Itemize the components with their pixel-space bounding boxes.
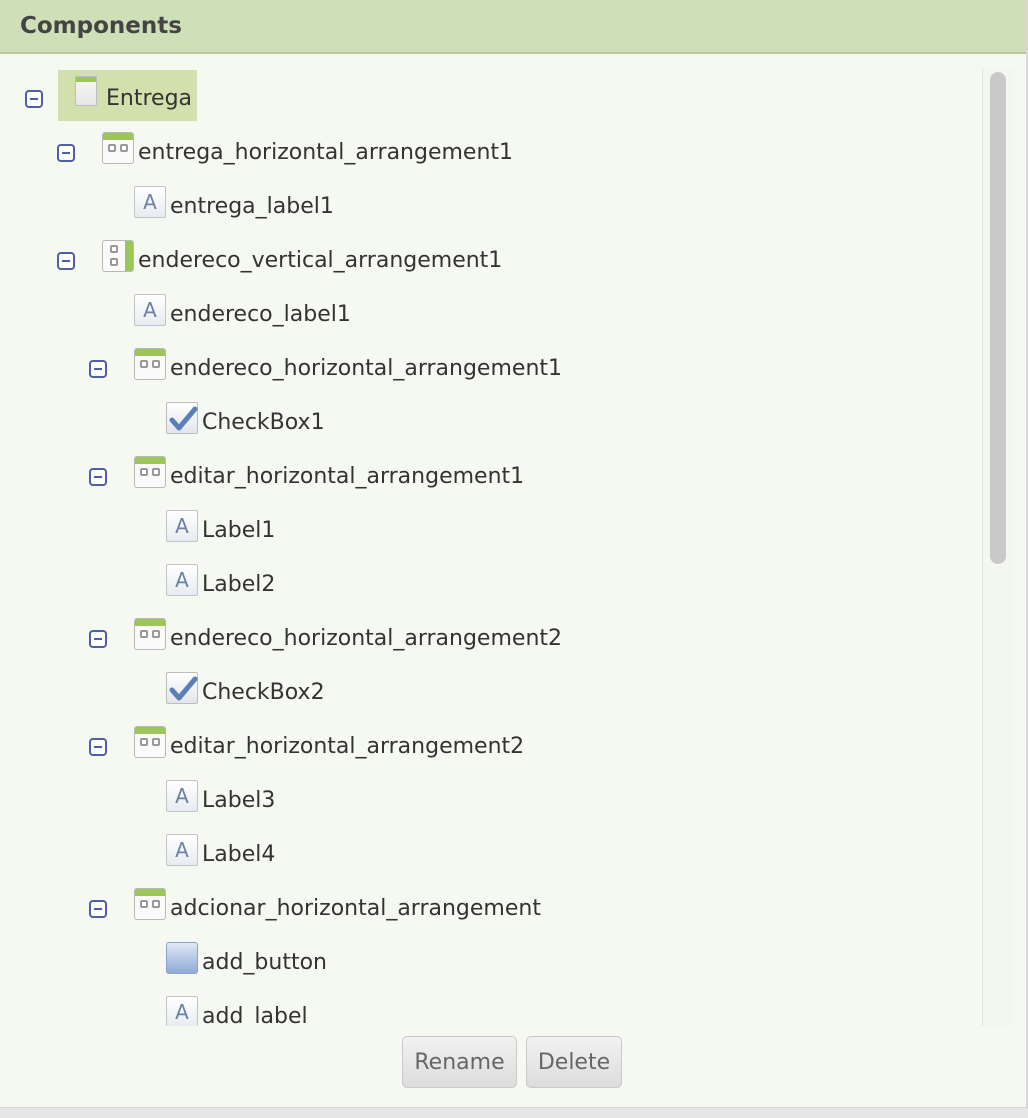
tree-node-label: endereco_vertical_arrangement1 bbox=[138, 248, 503, 273]
tree-node-entrega[interactable]: Entrega bbox=[0, 72, 980, 126]
scrollbar-thumb[interactable] bbox=[990, 72, 1006, 564]
horizontal-arrangement-icon bbox=[134, 618, 166, 650]
panel-header: Components bbox=[0, 0, 1026, 54]
rename-button[interactable]: Rename bbox=[402, 1036, 517, 1088]
tree-node-label: Label1 bbox=[202, 518, 276, 543]
panel-title: Components bbox=[20, 13, 182, 39]
tree-node-label4[interactable]: A Label4 bbox=[0, 828, 980, 882]
label-icon: A bbox=[166, 510, 198, 542]
collapse-toggle-icon[interactable] bbox=[89, 900, 107, 918]
tree-node-endereco-horizontal-arrangement2[interactable]: endereco_horizontal_arrangement2 bbox=[0, 612, 980, 666]
collapse-toggle-icon[interactable] bbox=[89, 630, 107, 648]
tree-node-label: Label2 bbox=[202, 572, 276, 597]
label-icon: A bbox=[166, 564, 198, 596]
collapse-toggle-icon[interactable] bbox=[57, 252, 75, 270]
collapse-toggle-icon[interactable] bbox=[57, 144, 75, 162]
tree-node-label: add_label bbox=[202, 1004, 308, 1026]
tree-node-add-label[interactable]: Aadd_label bbox=[0, 990, 980, 1026]
vertical-arrangement-icon bbox=[102, 240, 134, 272]
tree-node-editar-horizontal-arrangement1[interactable]: editar_horizontal_arrangement1 bbox=[0, 450, 980, 504]
tree-node-label: editar_horizontal_arrangement1 bbox=[170, 464, 525, 489]
label-icon: A bbox=[166, 834, 198, 866]
horizontal-arrangement-icon bbox=[134, 348, 166, 380]
component-tree[interactable]: Entrega entrega_horizontal_arrangement1 Ae… bbox=[0, 56, 1026, 1026]
tree-node-label1[interactable]: A Label1 bbox=[0, 504, 980, 558]
label-icon: A bbox=[134, 186, 166, 218]
tree-node-label: entrega_horizontal_arrangement1 bbox=[138, 140, 514, 165]
tree-node-add-button[interactable]: add_button bbox=[0, 936, 980, 990]
label-icon: A bbox=[166, 996, 198, 1026]
tree-node-label: entrega_label1 bbox=[170, 194, 334, 219]
tree-node-adcionar-horizontal-arrangement[interactable]: adcionar_horizontal_arrangement bbox=[0, 882, 980, 936]
tree-node-checkbox1[interactable]: CheckBox1 bbox=[0, 396, 980, 450]
collapse-toggle-icon[interactable] bbox=[89, 360, 107, 378]
tree-node-label: add_button bbox=[202, 950, 327, 975]
tree-node-label3[interactable]: A Label3 bbox=[0, 774, 980, 828]
tree-node-label: Label4 bbox=[202, 842, 276, 867]
label-icon: A bbox=[134, 294, 166, 326]
collapse-toggle-icon[interactable] bbox=[89, 468, 107, 486]
horizontal-arrangement-icon bbox=[134, 456, 166, 488]
horizontal-arrangement-icon bbox=[102, 132, 134, 164]
tree-node-label: endereco_horizontal_arrangement2 bbox=[170, 626, 563, 651]
tree-node-label: editar_horizontal_arrangement2 bbox=[170, 734, 525, 759]
tree-node-endereco-label1[interactable]: Aendereco_label1 bbox=[0, 288, 980, 342]
collapse-toggle-icon[interactable] bbox=[89, 738, 107, 756]
tree-node-label: CheckBox2 bbox=[202, 680, 325, 705]
tree-node-label: endereco_label1 bbox=[170, 302, 351, 327]
horizontal-arrangement-icon bbox=[134, 888, 166, 920]
horizontal-arrangement-icon bbox=[134, 726, 166, 758]
tree-node-endereco-vertical-arrangement1[interactable]: endereco_vertical_arrangement1 bbox=[0, 234, 980, 288]
components-panel: Components Entrega entrega_horizontal_arr… bbox=[0, 0, 1028, 1108]
tree-node-entrega-horizontal-arrangement1[interactable]: entrega_horizontal_arrangement1 bbox=[0, 126, 980, 180]
tree-node-label: endereco_horizontal_arrangement1 bbox=[170, 356, 563, 381]
tree-node-label: Entrega bbox=[106, 86, 193, 111]
tree-node-entrega-label1[interactable]: Aentrega_label1 bbox=[0, 180, 980, 234]
panel-footer: Rename Delete bbox=[0, 1026, 1026, 1106]
tree-node-label: CheckBox1 bbox=[202, 410, 325, 435]
screen-icon bbox=[75, 76, 97, 106]
tree-node-label: adcionar_horizontal_arrangement bbox=[170, 896, 541, 921]
collapse-toggle-icon[interactable] bbox=[25, 90, 43, 108]
tree-node-checkbox2[interactable]: CheckBox2 bbox=[0, 666, 980, 720]
delete-button[interactable]: Delete bbox=[526, 1036, 622, 1088]
tree-node-endereco-horizontal-arrangement1[interactable]: endereco_horizontal_arrangement1 bbox=[0, 342, 980, 396]
label-icon: A bbox=[166, 780, 198, 812]
tree-node-editar-horizontal-arrangement2[interactable]: editar_horizontal_arrangement2 bbox=[0, 720, 980, 774]
tree-node-label: Label3 bbox=[202, 788, 276, 813]
button-icon bbox=[166, 942, 198, 974]
checkbox-icon bbox=[166, 402, 198, 434]
tree-node-label2[interactable]: A Label2 bbox=[0, 558, 980, 612]
checkbox-icon bbox=[166, 672, 198, 704]
